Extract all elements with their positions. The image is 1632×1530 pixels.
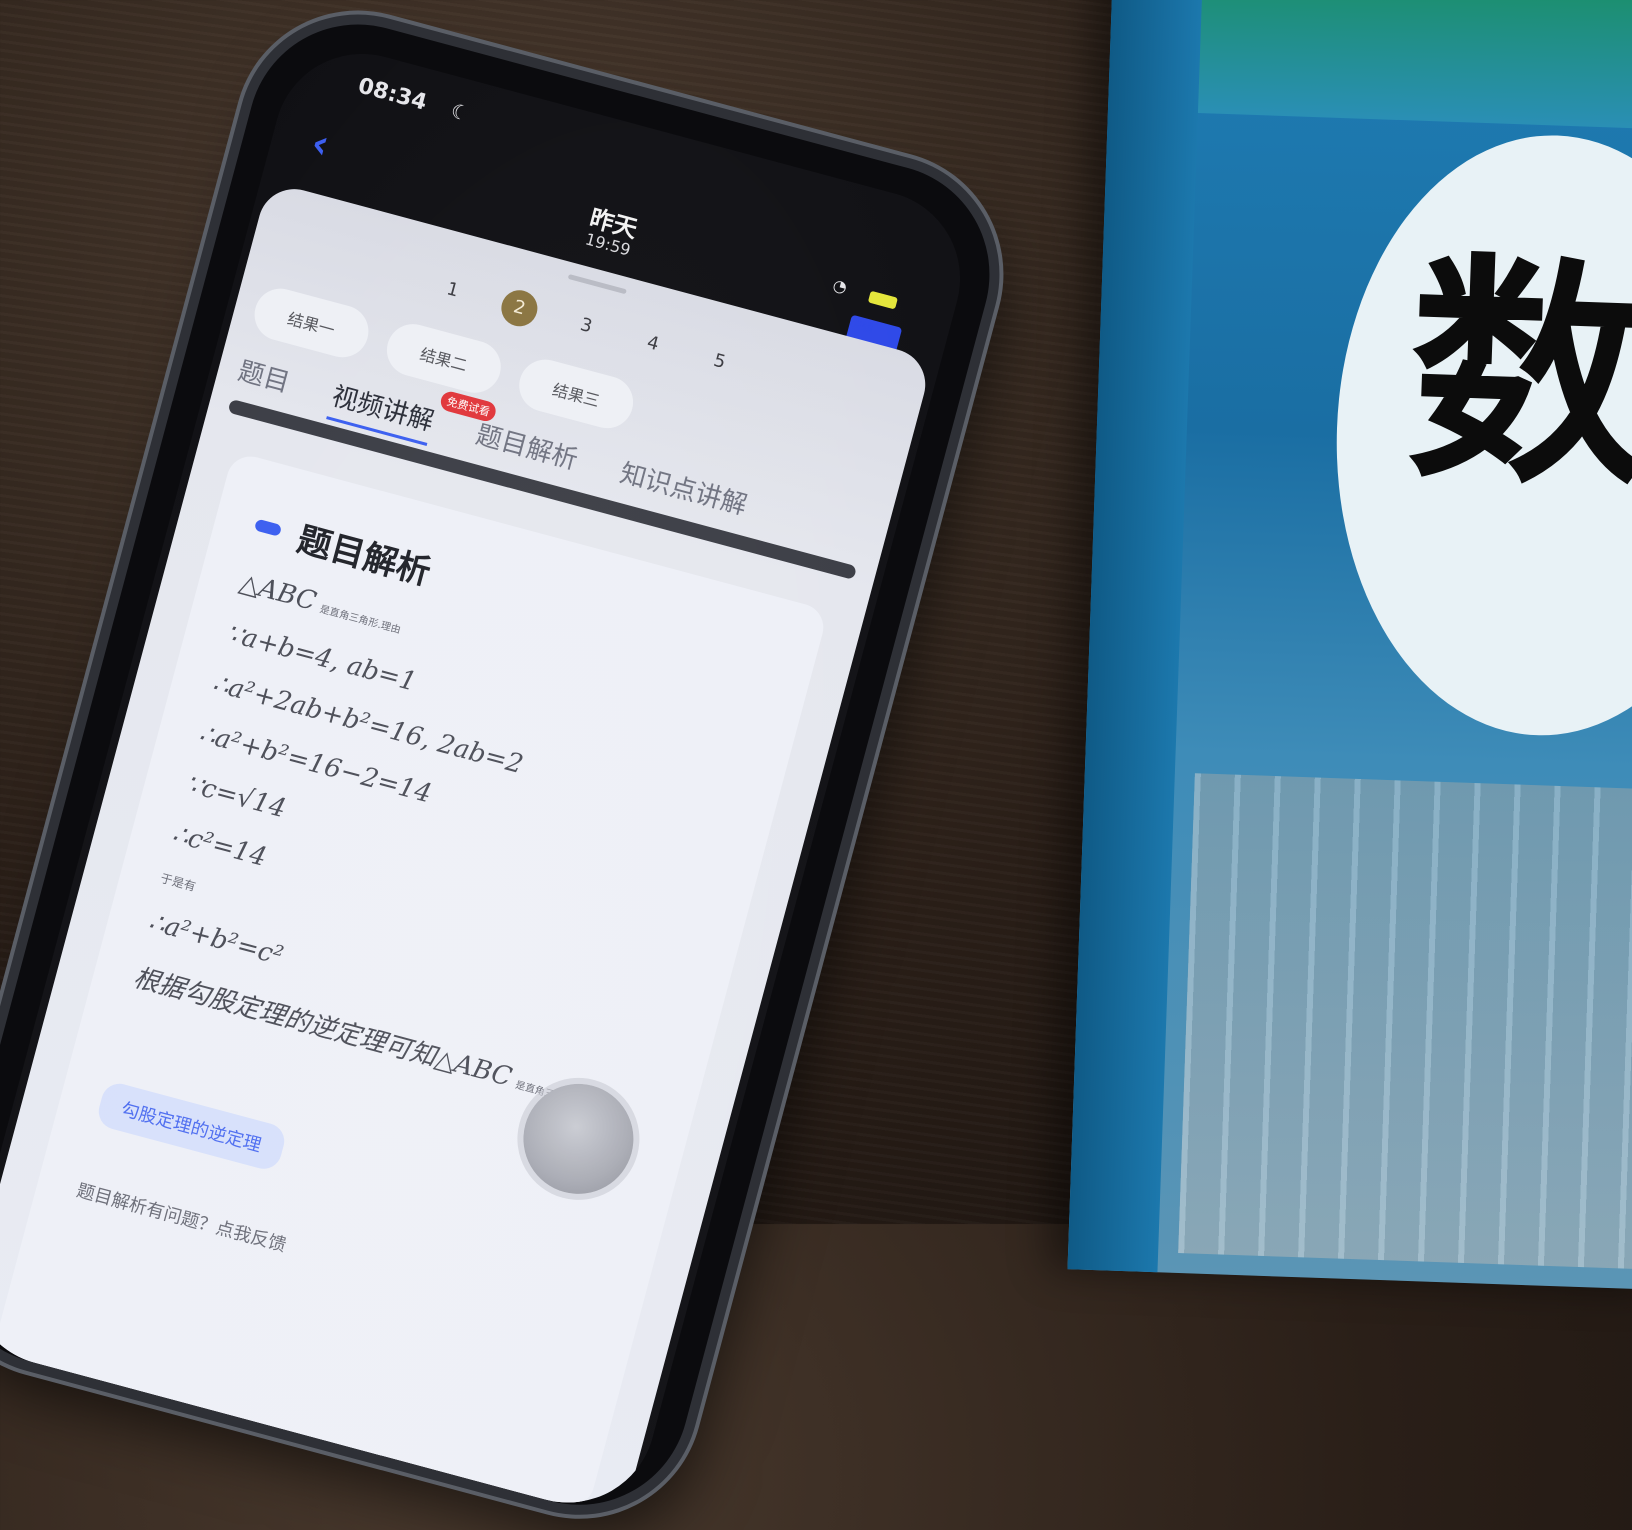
page-4[interactable]: 4 — [631, 322, 675, 366]
tab-question[interactable]: 题目 — [235, 350, 295, 399]
section-marker-icon — [254, 518, 283, 537]
book-top-band — [1197, 0, 1632, 132]
book-spine — [1067, 0, 1203, 1273]
math-textbook: 数 — [1067, 0, 1632, 1291]
result-tab-2[interactable]: 结果二 — [381, 318, 507, 399]
smartphone: 08:34 ☾ ◔ ‹ 昨天 19:59 编辑 1 2 3 4 5 结果一 结果… — [0, 0, 1015, 1530]
knowledge-tag[interactable]: 勾股定理的逆定理 — [94, 1079, 289, 1173]
page-5[interactable]: 5 — [697, 340, 741, 384]
moon-icon: ☾ — [448, 98, 472, 127]
status-time: 08:34 — [355, 73, 430, 116]
page-2[interactable]: 2 — [497, 286, 542, 331]
solution-line-note: 是直角三角形.理由 — [318, 604, 402, 637]
analysis-card: 题目解析 △ABC是直角三角形.理由 ∵a+b=4, ab=1 ∴a²+2ab+… — [0, 451, 829, 1511]
book-cover-photo — [1178, 773, 1632, 1272]
result-tab-1[interactable]: 结果一 — [248, 282, 375, 364]
page-1[interactable]: 1 — [431, 268, 475, 312]
solution-steps: △ABC是直角三角形.理由 ∵a+b=4, ab=1 ∴a²+2ab+b²=16… — [124, 568, 684, 1132]
result-sheet: 1 2 3 4 5 结果一 结果二 结果三 题目 视频讲解 免费试看 题目解析 知… — [0, 181, 934, 1521]
section-title: 题目解析 — [293, 519, 435, 594]
page-3[interactable]: 3 — [564, 304, 608, 348]
book-title-char: 数 — [1404, 229, 1632, 520]
sheet-grabber[interactable] — [567, 273, 627, 295]
feedback-link[interactable]: 题目解析有问题？点我反馈 — [74, 1176, 289, 1257]
solution-line-text: △ABC — [236, 567, 320, 618]
result-tab-3[interactable]: 结果三 — [513, 353, 640, 435]
phone-screen: 08:34 ☾ ◔ ‹ 昨天 19:59 编辑 1 2 3 4 5 结果一 结果… — [0, 34, 980, 1523]
